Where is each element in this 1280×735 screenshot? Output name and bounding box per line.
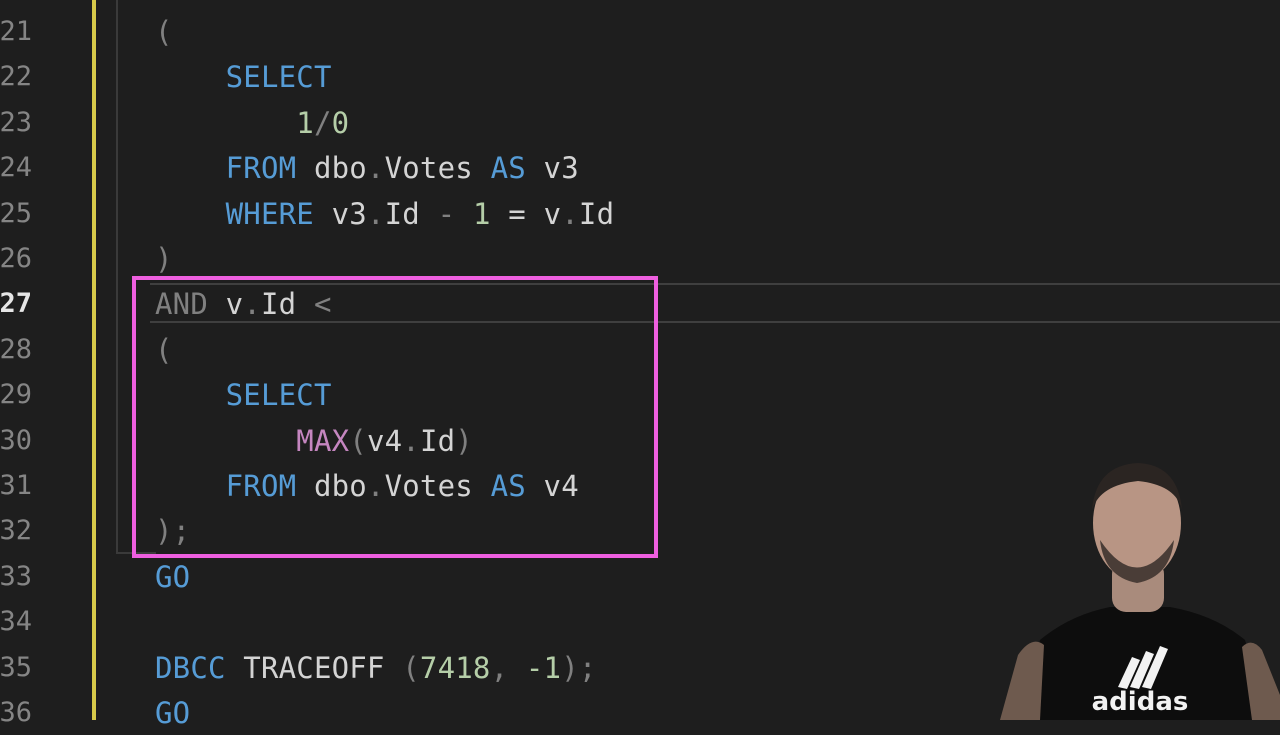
- code-line[interactable]: ): [155, 237, 173, 281]
- code-token: -: [437, 196, 456, 231]
- code-token: Id: [578, 196, 615, 231]
- code-line[interactable]: SELECT: [155, 55, 332, 99]
- code-token: 1: [472, 196, 491, 231]
- code-token: -1: [525, 650, 562, 685]
- code-token: GO: [155, 559, 191, 594]
- code-token: AS: [490, 151, 526, 186]
- code-line[interactable]: 1/0: [155, 101, 349, 145]
- code-token: v3: [525, 151, 579, 186]
- code-token: 7418: [419, 650, 491, 685]
- code-token: .: [366, 196, 385, 231]
- code-token: DBCC: [155, 650, 226, 685]
- code-line[interactable]: GO: [155, 691, 190, 735]
- code-token: .: [366, 151, 385, 186]
- code-token: TRACEOFF: [225, 650, 403, 685]
- code-token: = v: [490, 196, 562, 231]
- code-token: );: [561, 650, 597, 685]
- code-token: SELECT: [225, 60, 332, 95]
- code-token: (: [402, 650, 420, 685]
- code-line[interactable]: FROM dbo.Votes AS v3: [155, 146, 579, 190]
- code-token: ,: [490, 650, 526, 685]
- code-token: (: [155, 15, 173, 49]
- code-line[interactable]: GO: [155, 555, 190, 599]
- code-token: .: [561, 196, 579, 231]
- code-token: 0: [331, 105, 350, 140]
- code-line[interactable]: (: [155, 10, 173, 54]
- code-token: v3: [313, 196, 367, 231]
- code-token: dbo: [296, 151, 367, 186]
- code-token: Votes: [384, 151, 491, 186]
- code-token: FROM: [225, 151, 297, 186]
- presenter-webcam: adidas: [1000, 463, 1280, 720]
- annotation-highlight-box: [132, 276, 658, 558]
- shirt-logo-text: adidas: [1092, 687, 1189, 717]
- code-token: Id: [384, 196, 438, 231]
- code-line[interactable]: DBCC TRACEOFF (7418, -1);: [155, 646, 597, 690]
- code-token: ): [155, 242, 173, 276]
- code-token: WHERE: [225, 196, 314, 231]
- code-token: GO: [155, 696, 191, 730]
- code-line[interactable]: WHERE v3.Id - 1 = v.Id: [155, 192, 614, 236]
- code-token: 1: [296, 105, 314, 140]
- code-token: /: [313, 105, 332, 140]
